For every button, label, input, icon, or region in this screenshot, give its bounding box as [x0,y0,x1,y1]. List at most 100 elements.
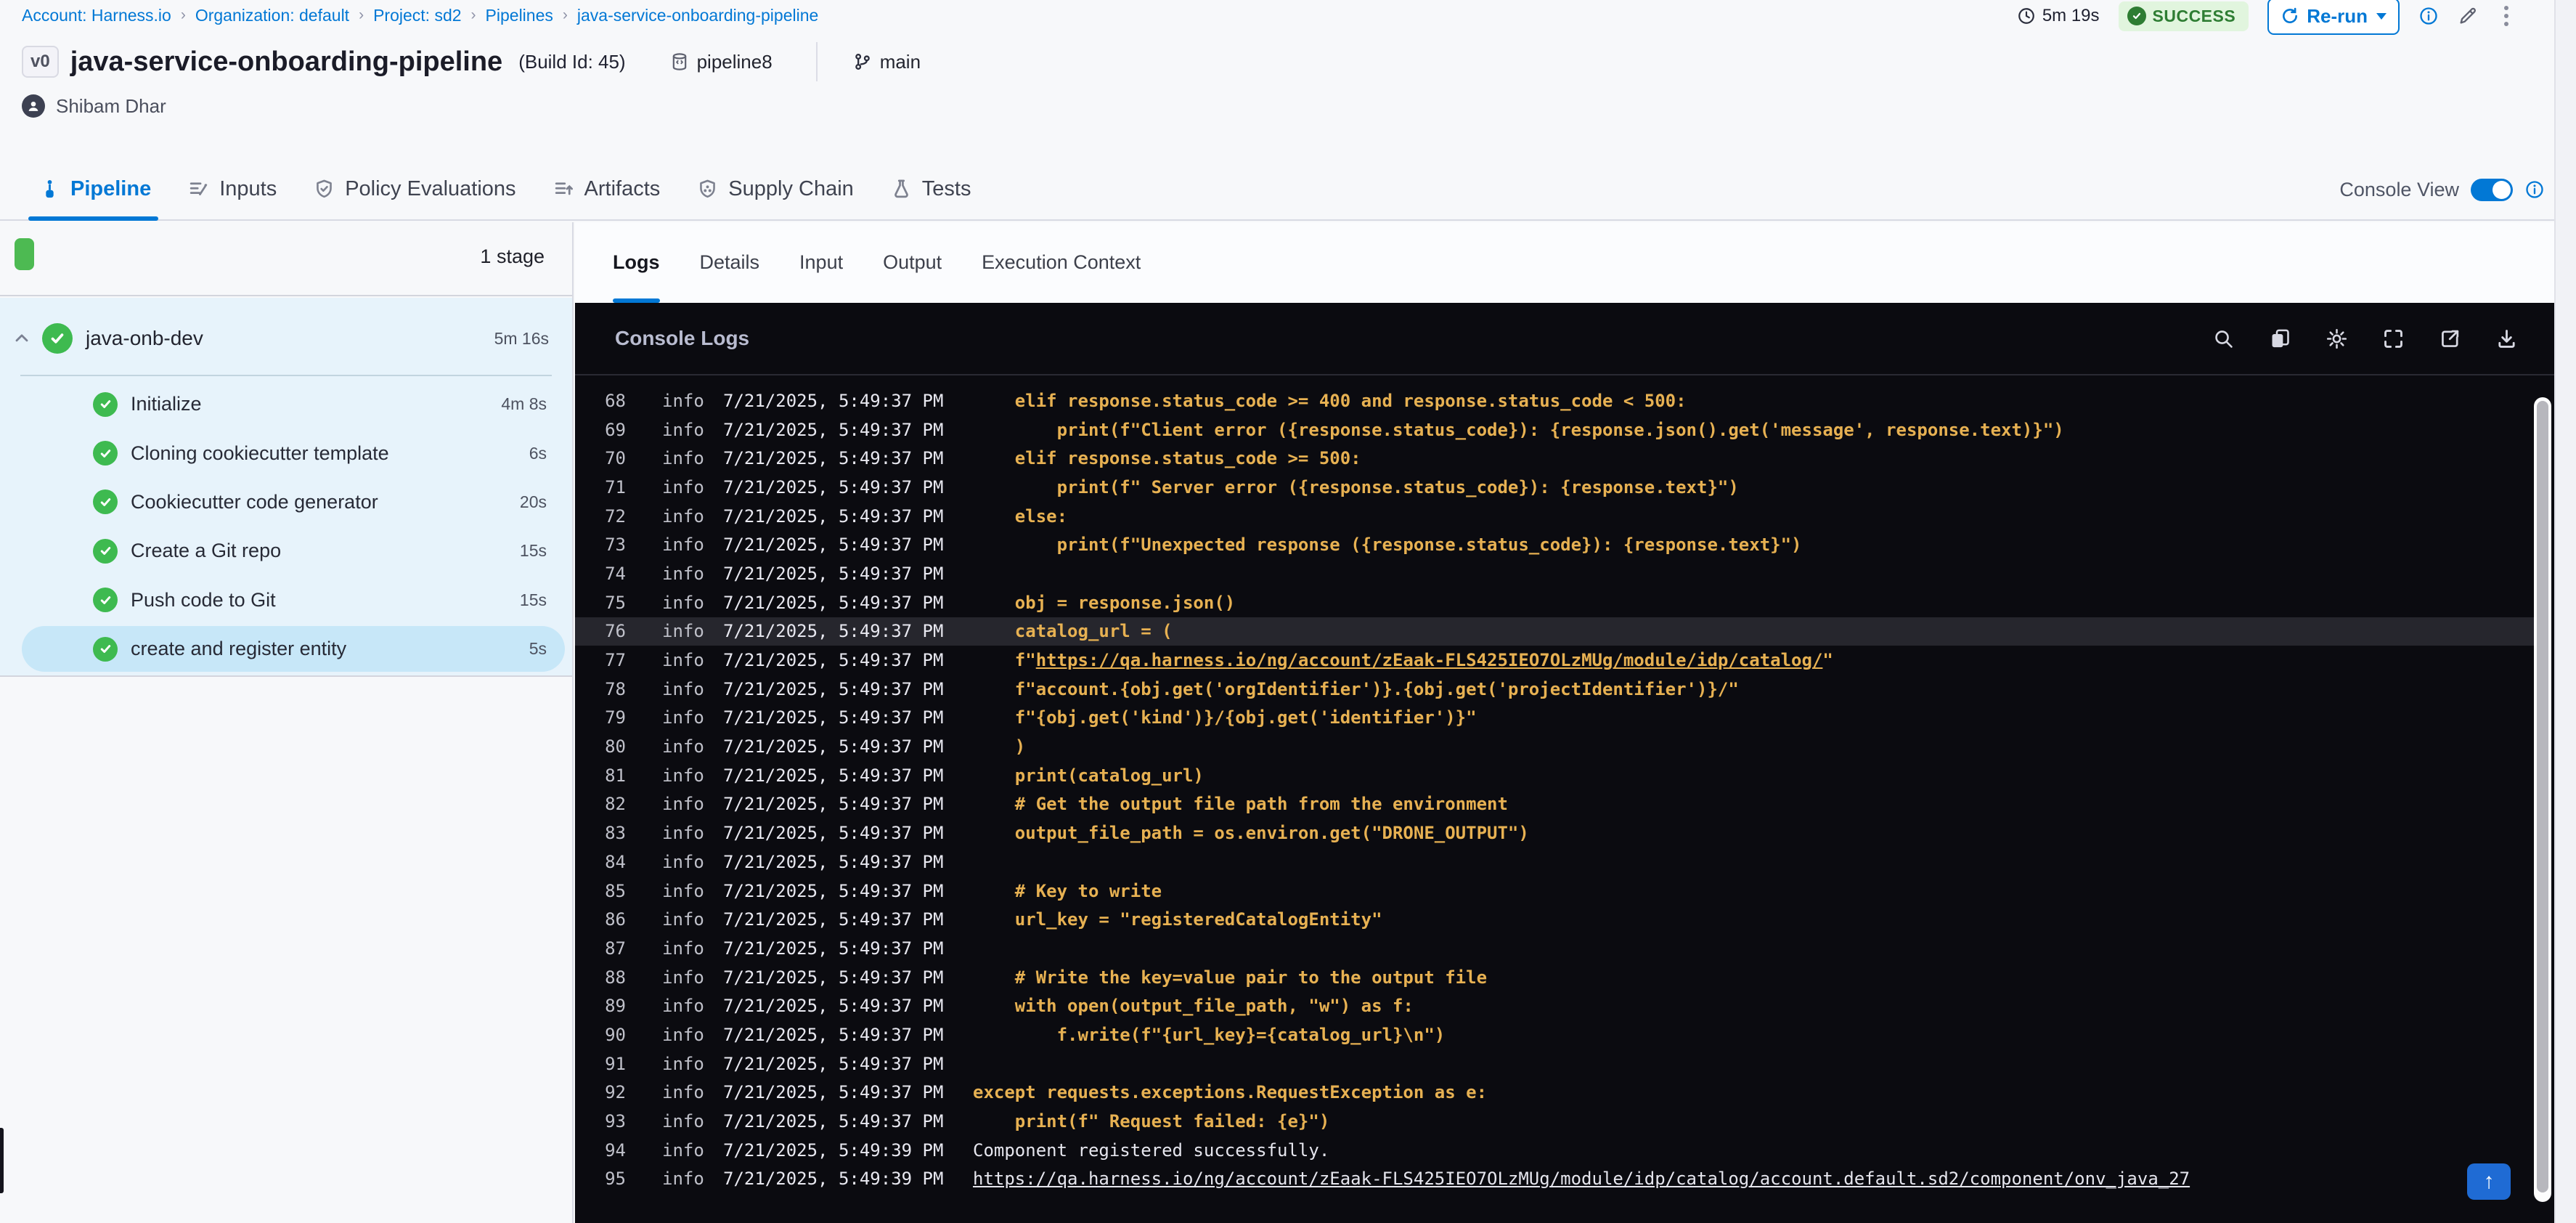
log-timestamp: 7/21/2025, 5:49:37 PM [723,938,944,959]
log-line: 95 info 7/21/2025, 5:49:39 PM https://qa.ha… [575,1165,2554,1194]
log-line: 72 info 7/21/2025, 5:49:37 PM else: [575,502,2554,531]
log-level: info [662,794,704,815]
main-tab[interactable]: Inputs [187,158,277,219]
breadcrumb-link[interactable]: Pipelines [486,6,553,25]
page-title: java-service-onboarding-pipeline [70,46,503,77]
log-line: 93 info 7/21/2025, 5:49:37 PM print(f" Req… [575,1107,2554,1136]
console-view-toggle[interactable] [2471,178,2513,201]
check-circle-icon [2127,7,2146,25]
log-level: info [662,996,704,1017]
log-level: info [662,505,704,527]
main-tab[interactable]: Tests [890,158,971,219]
log-message: print(f"Client error ({response.status_c… [973,420,2064,440]
log-text: " [1822,650,1833,671]
console-toolbar-icon[interactable] [2269,328,2291,350]
detail-tab[interactable]: Details [700,222,760,303]
main-tab[interactable]: Policy Evaluations [313,158,516,219]
console-view-info-icon[interactable] [2524,179,2545,200]
step-row[interactable]: Cloning cookiecutter template 6s [0,428,572,477]
console-toolbar-icon[interactable] [2495,328,2518,350]
console-header: Console Logs [575,303,2554,375]
log-line-number: 82 [605,794,626,815]
stage-row[interactable]: java-onb-dev 5m 16s [0,311,572,366]
log-line: 74 info 7/21/2025, 5:49:37 PM [575,559,2554,588]
log-link[interactable]: https://qa.harness.io/ng/account/zEaak-F… [1036,650,1823,670]
log-level: info [662,1024,704,1045]
step-row[interactable]: Create a Git repo 15s [0,527,572,575]
log-text: elif response.status_code >= 400 and res… [973,390,1687,411]
breadcrumb-link[interactable]: Account: Harness.io [22,6,171,25]
breadcrumb-link[interactable]: Project: sd2 [373,6,461,25]
duration-value: 5m 19s [2042,6,2100,25]
rerun-button[interactable]: Re-run [2267,0,2400,35]
detail-tab[interactable]: Logs [613,222,660,303]
console-toolbar-icon[interactable] [2439,328,2461,350]
collapsed-drawer-handle[interactable] [0,1128,4,1193]
log-level: info [662,736,704,757]
step-label: Create a Git repo [131,540,282,562]
step-list: Initialize 4m 8s Cloning cookiecutter te… [0,380,572,673]
edit-pencil-icon[interactable] [2458,6,2478,26]
info-icon[interactable] [2418,6,2439,26]
log-level: info [662,1139,704,1161]
log-text: print(f"Unexpected response ({response.s… [973,535,1802,556]
log-message: f"{obj.get('kind')}/{obj.get('identifier… [973,707,1477,728]
log-message: obj = response.json() [973,593,1235,613]
tab-icon [313,178,335,200]
log-level: info [662,1169,704,1190]
stage-panel: java-onb-dev 5m 16s Initialize 4m 8s Clo… [0,298,572,677]
console-scrollbar[interactable] [2534,397,2551,1202]
main-tab[interactable]: Artifacts [553,158,661,219]
log-line: 84 info 7/21/2025, 5:49:37 PM [575,848,2554,877]
log-timestamp: 7/21/2025, 5:49:37 PM [723,592,944,613]
log-link[interactable]: https://qa.harness.io/ng/account/zEaak-F… [973,1169,2190,1189]
scroll-to-top-button[interactable]: ↑ [2467,1163,2511,1200]
step-row[interactable]: create and register entity 5s [0,625,572,673]
detail-tab[interactable]: Execution Context [982,222,1141,303]
more-options-icon[interactable] [2497,3,2516,29]
log-message: print(f" Server error ({response.status_… [973,477,1739,497]
main-tab[interactable]: Pipeline [28,158,159,221]
console-scrollbar-thumb[interactable] [2537,401,2548,1192]
console-toolbar-icon[interactable] [2212,328,2235,350]
log-text: obj = response.json() [973,592,1236,613]
log-line: 80 info 7/21/2025, 5:49:37 PM ) [575,732,2554,761]
log-line: 78 info 7/21/2025, 5:49:37 PM f"account.{o… [575,675,2554,704]
breadcrumb-link[interactable]: java-service-onboarding-pipeline [577,6,818,25]
stage-minimap-chip[interactable] [15,238,34,270]
log-line-number: 77 [605,650,626,671]
tab-label: Artifacts [584,176,661,200]
chevron-up-icon[interactable] [12,328,32,349]
main-tab[interactable]: Supply Chain [696,158,854,219]
log-timestamp: 7/21/2025, 5:49:37 PM [723,419,944,440]
breadcrumb-item: Account: Harness.io › [22,6,195,25]
log-message: # Get the output file path from the envi… [973,794,1508,814]
detail-tab[interactable]: Input [799,222,843,303]
console-toolbar-icon[interactable] [2326,328,2348,350]
tab-icon [890,178,913,200]
branch-name: main [879,50,921,73]
chevron-right-icon: › [359,7,364,23]
log-text: # Key to write [973,880,1162,901]
log-message: f"account.{obj.get('orgIdentifier')}.{ob… [973,679,1739,699]
step-row[interactable]: Initialize 4m 8s [0,380,572,428]
step-success-icon [93,489,118,515]
log-message: print(catalog_url) [973,765,1204,786]
page-scrollbar[interactable] [2554,0,2576,1223]
step-row[interactable]: Cookiecutter code generator 20s [0,478,572,527]
detail-tab[interactable]: Output [883,222,942,303]
vertical-divider [815,42,818,81]
breadcrumb-item: Pipelines › [486,6,577,25]
log-timestamp: 7/21/2025, 5:49:37 PM [723,505,944,527]
content: 1 stage java-onb-dev 5m 16s Initialize 4… [0,222,2576,1223]
console-toolbar-icon[interactable] [2382,328,2405,350]
log-line-number: 79 [605,707,626,728]
log-line-number: 80 [605,736,626,757]
log-timestamp: 7/21/2025, 5:49:37 PM [723,390,944,411]
log-message: else: [973,506,1067,527]
log-timestamp: 7/21/2025, 5:49:39 PM [723,1169,944,1190]
log-timestamp: 7/21/2025, 5:49:37 PM [723,563,944,584]
breadcrumb-link[interactable]: Organization: default [195,6,349,25]
step-row[interactable]: Push code to Git 15s [0,576,572,625]
log-text: url_key = "registeredCatalogEntity" [973,909,1382,930]
